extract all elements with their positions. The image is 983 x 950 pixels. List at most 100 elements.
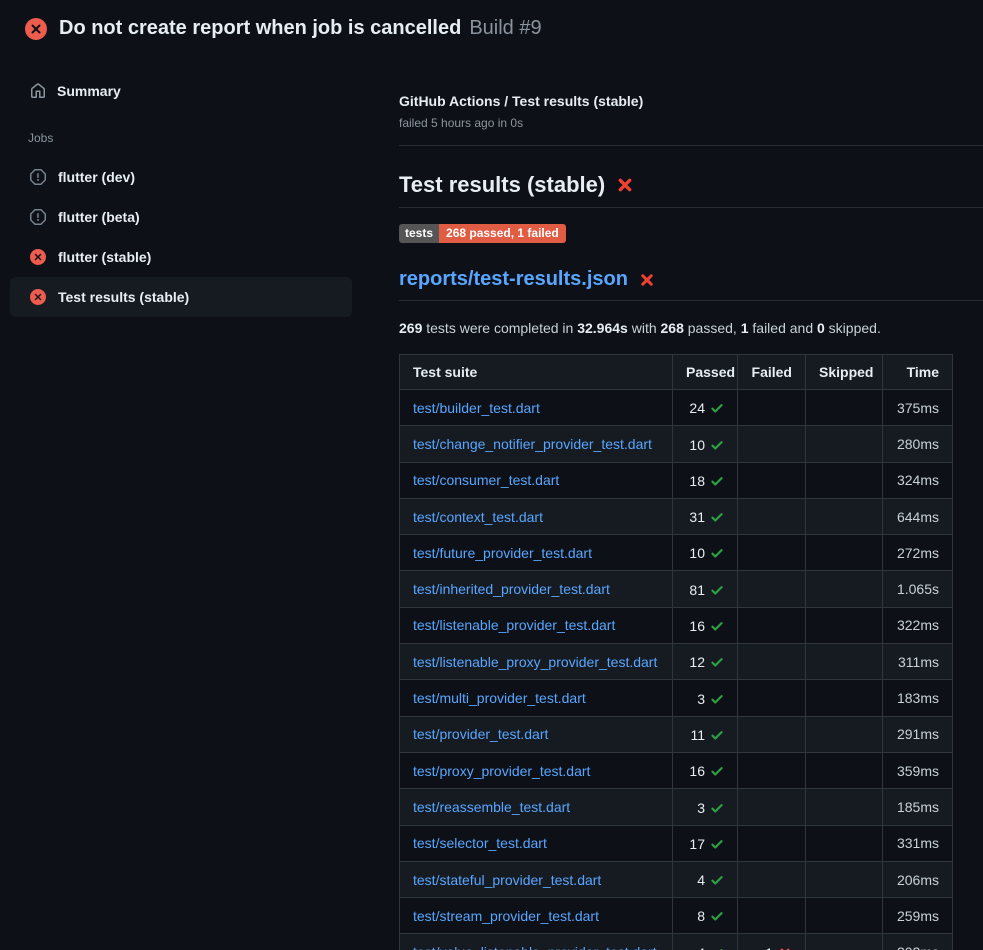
sidebar-item-flutter-beta[interactable]: flutter (beta) xyxy=(10,197,352,237)
sidebar-item-flutter-dev[interactable]: flutter (dev) xyxy=(10,157,352,197)
table-row: test/listenable_provider_test.dart 16 32… xyxy=(400,607,953,643)
passed-cell: 81 xyxy=(673,571,738,607)
badge-label: tests xyxy=(399,224,439,243)
passed-cell: 8 xyxy=(673,898,738,934)
tests-summary-line: 269 tests were completed in 32.964s with… xyxy=(399,319,983,338)
skipped-cell xyxy=(806,934,883,950)
skipped-cell xyxy=(806,898,883,934)
suite-link[interactable]: test/inherited_provider_test.dart xyxy=(413,581,610,597)
suite-link[interactable]: test/stream_provider_test.dart xyxy=(413,908,599,924)
suite-link[interactable]: test/listenable_provider_test.dart xyxy=(413,617,615,633)
col-skipped: Skipped xyxy=(806,355,883,390)
failed-cell: 1 xyxy=(738,934,806,950)
failed-cell xyxy=(738,680,806,716)
sidebar-summary-label: Summary xyxy=(57,83,121,99)
time-cell: 331ms xyxy=(883,825,953,861)
table-row: test/stream_provider_test.dart 8 259ms xyxy=(400,898,953,934)
suite-link[interactable]: test/provider_test.dart xyxy=(413,726,548,742)
sidebar-item-summary[interactable]: Summary xyxy=(0,75,390,107)
table-row: test/inherited_provider_test.dart 81 1.0… xyxy=(400,571,953,607)
time-cell: 259ms xyxy=(883,898,953,934)
check-icon xyxy=(710,909,724,923)
table-row: test/change_notifier_provider_test.dart … xyxy=(400,426,953,462)
skipped-cell xyxy=(806,861,883,897)
check-icon xyxy=(710,692,724,706)
time-cell: 359ms xyxy=(883,752,953,788)
time-cell: 272ms xyxy=(883,535,953,571)
report-file-heading: reports/test-results.json xyxy=(399,267,983,301)
col-passed: Passed xyxy=(673,355,738,390)
table-header-row: Test suite Passed Failed Skipped Time xyxy=(400,355,953,390)
job-label: flutter (beta) xyxy=(58,209,140,225)
suite-link[interactable]: test/value_listenable_provider_test.dart xyxy=(413,944,657,950)
check-icon xyxy=(710,546,724,560)
x-icon xyxy=(778,946,792,950)
suite-link[interactable]: test/multi_provider_test.dart xyxy=(413,690,586,706)
passed-cell: 11 xyxy=(673,716,738,752)
page-title: Do not create report when job is cancell… xyxy=(59,17,461,40)
time-cell: 1.065s xyxy=(883,571,953,607)
table-row: test/value_listenable_provider_test.dart… xyxy=(400,934,953,950)
skipped-cell xyxy=(806,789,883,825)
suite-link[interactable]: test/context_test.dart xyxy=(413,509,543,525)
test-results-table: Test suite Passed Failed Skipped Time te… xyxy=(399,354,953,950)
skipped-cell xyxy=(806,571,883,607)
build-number: Build #9 xyxy=(469,17,541,40)
time-cell: 324ms xyxy=(883,462,953,498)
suite-link[interactable]: test/selector_test.dart xyxy=(413,835,547,851)
time-cell: 280ms xyxy=(883,426,953,462)
job-label: flutter (dev) xyxy=(58,169,135,185)
table-row: test/selector_test.dart 17 331ms xyxy=(400,825,953,861)
table-row: test/proxy_provider_test.dart 16 359ms xyxy=(400,752,953,788)
tests-status-badge: tests 268 passed, 1 failed xyxy=(399,224,566,243)
col-time: Time xyxy=(883,355,953,390)
passed-cell: 10 xyxy=(673,535,738,571)
passed-cell: 16 xyxy=(673,607,738,643)
skipped-cell xyxy=(806,644,883,680)
summary-duration: 32.964s xyxy=(577,320,628,336)
time-cell: 311ms xyxy=(883,644,953,680)
check-icon xyxy=(710,801,724,815)
skipped-cell xyxy=(806,462,883,498)
failed-cell xyxy=(738,861,806,897)
skipped-cell xyxy=(806,390,883,426)
home-icon xyxy=(30,83,46,99)
passed-cell: 12 xyxy=(673,644,738,680)
suite-link[interactable]: test/future_provider_test.dart xyxy=(413,545,592,561)
table-row: test/multi_provider_test.dart 3 183ms xyxy=(400,680,953,716)
passed-cell: 3 xyxy=(673,680,738,716)
stop-icon xyxy=(30,209,46,225)
check-icon xyxy=(710,583,724,597)
skipped-cell xyxy=(806,752,883,788)
check-icon xyxy=(710,946,724,950)
failed-cell xyxy=(738,390,806,426)
x-circle-icon xyxy=(30,249,46,265)
time-cell: 183ms xyxy=(883,680,953,716)
failed-cell xyxy=(738,789,806,825)
summary-skipped: 0 xyxy=(817,320,825,336)
time-cell: 185ms xyxy=(883,789,953,825)
check-icon xyxy=(710,873,724,887)
suite-link[interactable]: test/builder_test.dart xyxy=(413,400,540,416)
table-row: test/consumer_test.dart 18 324ms xyxy=(400,462,953,498)
col-test-suite: Test suite xyxy=(400,355,673,390)
suite-link[interactable]: test/stateful_provider_test.dart xyxy=(413,872,601,888)
failed-cell xyxy=(738,571,806,607)
suite-link[interactable]: test/listenable_proxy_provider_test.dart xyxy=(413,654,657,670)
check-icon xyxy=(710,619,724,633)
skipped-cell xyxy=(806,498,883,534)
sidebar-item-flutter-stable[interactable]: flutter (stable) xyxy=(10,237,352,277)
suite-link[interactable]: test/consumer_test.dart xyxy=(413,472,559,488)
passed-cell: 24 xyxy=(673,390,738,426)
report-file-link[interactable]: reports/test-results.json xyxy=(399,267,628,292)
suite-link[interactable]: test/reassemble_test.dart xyxy=(413,799,570,815)
suite-link[interactable]: test/change_notifier_provider_test.dart xyxy=(413,436,652,452)
failed-cell xyxy=(738,898,806,934)
suite-link[interactable]: test/proxy_provider_test.dart xyxy=(413,763,590,779)
sidebar-item-test-results-stable[interactable]: Test results (stable) xyxy=(10,277,352,317)
time-cell: 291ms xyxy=(883,716,953,752)
passed-cell: 10 xyxy=(673,426,738,462)
skipped-cell xyxy=(806,825,883,861)
results-table-body: test/builder_test.dart 24 375ms test/cha… xyxy=(400,390,953,950)
build-results-page: Do not create report when job is cancell… xyxy=(0,0,983,950)
